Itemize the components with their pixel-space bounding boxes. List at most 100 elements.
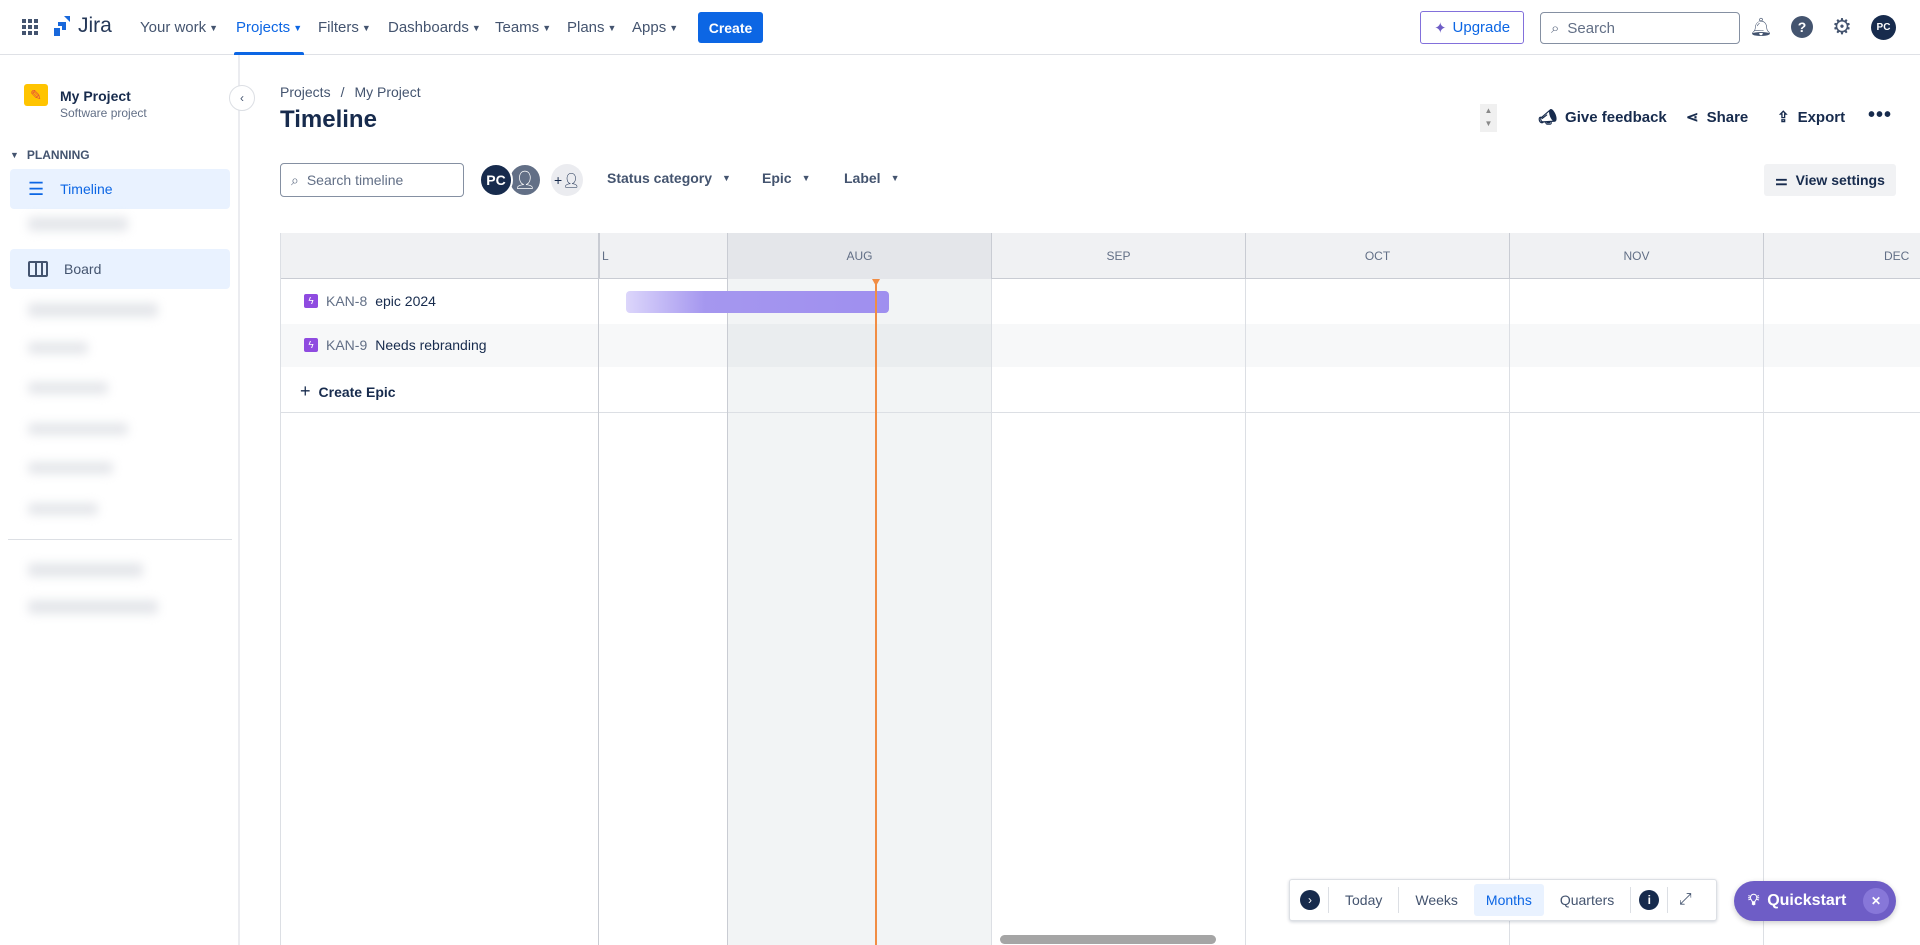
help-icon[interactable]: ?: [1791, 16, 1813, 38]
megaphone-icon: 📣︎: [1538, 109, 1558, 126]
scroll-arrows[interactable]: ▲ ▼: [1480, 104, 1497, 132]
blurred-item: [28, 503, 98, 515]
project-name[interactable]: My Project: [60, 88, 131, 104]
chevron-down-icon: ▼: [890, 173, 900, 183]
chevron-down-icon: ▼: [722, 173, 731, 183]
global-search-input[interactable]: ⌕ Search: [1540, 12, 1740, 44]
month-header-aug: AUG: [727, 233, 991, 279]
search-icon: ⌕: [1551, 19, 1560, 37]
issue-summary: epic 2024: [375, 293, 436, 309]
chevron-down-icon: ▼: [293, 22, 303, 33]
avatar-filter-unassigned[interactable]: 👤︎: [508, 163, 542, 197]
timeline-view-toolbar: › Today Weeks Months Quarters i ⤢: [1289, 879, 1717, 921]
export-icon: ⇪: [1777, 109, 1790, 126]
nav-teams[interactable]: Teams ▼: [495, 0, 551, 55]
create-epic-button[interactable]: + Create Epic: [300, 381, 396, 402]
month-header-oct: OCT: [1245, 233, 1509, 279]
export-label: Export: [1797, 108, 1846, 126]
avatar-filter-pc[interactable]: PC: [479, 163, 513, 197]
profile-avatar[interactable]: PC: [1871, 15, 1896, 40]
chevron-down-icon: ▼: [542, 22, 552, 33]
row-alt-bg: [281, 324, 1920, 367]
sidebar-item-timeline[interactable]: ☰ Timeline: [10, 169, 230, 209]
jira-logo[interactable]: Jira: [52, 14, 112, 38]
nav-label: Dashboards: [388, 19, 469, 36]
grid-line: [1245, 279, 1246, 945]
filter-label: Status category: [607, 170, 713, 186]
quickstart-button[interactable]: 💡︎ Quickstart ✕: [1734, 881, 1896, 921]
status-category-filter[interactable]: Status category ▼: [607, 170, 731, 186]
info-icon[interactable]: i: [1639, 890, 1660, 910]
sidebar-item-board[interactable]: Board: [10, 249, 230, 289]
create-epic-label: Create Epic: [318, 383, 396, 400]
export-button[interactable]: ⇪ Export: [1777, 108, 1846, 127]
jira-logo-text: Jira: [78, 14, 112, 37]
today-button[interactable]: Today: [1333, 884, 1394, 916]
nav-apps[interactable]: Apps ▼: [632, 0, 678, 55]
months-button[interactable]: Months: [1473, 884, 1544, 916]
app-switcher-icon[interactable]: [22, 19, 38, 35]
breadcrumb-my-project[interactable]: My Project: [354, 84, 420, 100]
breadcrumb-separator: /: [340, 84, 345, 100]
nav-your-work[interactable]: Your work ▼: [140, 0, 218, 55]
view-settings-button[interactable]: ⚌ View settings: [1764, 164, 1896, 196]
epic-lightning-icon: ϟ: [304, 294, 318, 308]
nav-label: Filters: [318, 19, 359, 36]
issue-key: KAN-8: [326, 293, 368, 309]
grid-line: [727, 279, 728, 945]
create-button[interactable]: Create: [698, 12, 763, 43]
project-type: Software project: [60, 106, 147, 120]
planning-section-toggle[interactable]: ▼ PLANNING: [10, 148, 90, 162]
horizontal-scrollbar[interactable]: [1000, 935, 1216, 944]
epic-row-kan-8[interactable]: ϟ KAN-8 epic 2024: [304, 293, 436, 309]
notifications-bell-icon[interactable]: 🔔︎: [1748, 14, 1774, 40]
give-feedback-button[interactable]: 📣︎ Give feedback: [1538, 108, 1667, 127]
blurred-item: [28, 462, 113, 474]
quarters-button[interactable]: Quarters: [1548, 884, 1626, 916]
plus-icon: +: [300, 381, 311, 401]
chevron-down-icon: ▼: [669, 22, 679, 33]
close-quickstart-icon[interactable]: ✕: [1863, 888, 1889, 914]
search-timeline-input[interactable]: ⌕ Search timeline: [280, 163, 464, 197]
nav-dashboards[interactable]: Dashboards ▼: [388, 0, 481, 55]
today-marker-arrow: [872, 279, 880, 286]
breadcrumb-projects[interactable]: Projects: [280, 84, 331, 100]
breadcrumb: Projects / My Project: [280, 84, 421, 100]
divider: [8, 539, 232, 540]
filter-label: Epic: [762, 170, 792, 186]
fullscreen-icon[interactable]: ⤢: [1672, 887, 1698, 913]
label-filter[interactable]: Label ▼: [844, 170, 900, 186]
more-actions-icon[interactable]: •••: [1868, 104, 1892, 127]
search-timeline-placeholder: Search timeline: [306, 172, 404, 188]
share-button[interactable]: ⋖ Share: [1686, 108, 1749, 127]
sidebar-item-label: Board: [64, 261, 102, 277]
nav-projects[interactable]: Projects ▼: [233, 0, 305, 55]
blurred-item: [28, 563, 143, 577]
settings-gear-icon[interactable]: ⚙: [1829, 14, 1855, 40]
epic-lightning-icon: ϟ: [304, 338, 318, 352]
epic-bar-kan-8[interactable]: [626, 291, 889, 313]
chevron-down-icon: ▼: [209, 22, 219, 33]
epic-row-kan-9[interactable]: ϟ KAN-9 Needs rebranding: [304, 337, 487, 353]
epic-filter[interactable]: Epic ▼: [762, 170, 811, 186]
weeks-button[interactable]: Weeks: [1403, 884, 1470, 916]
separator: [1398, 887, 1400, 913]
nav-plans[interactable]: Plans ▼: [567, 0, 616, 55]
nav-label: Your work: [140, 19, 207, 36]
nav-label: Projects: [236, 19, 291, 36]
page-title: Timeline: [280, 106, 377, 133]
expand-list-icon[interactable]: ›: [1300, 890, 1320, 910]
issue-key: KAN-9: [326, 337, 368, 353]
blurred-item: [28, 217, 128, 231]
upgrade-button[interactable]: ✦ Upgrade: [1420, 11, 1524, 44]
blurred-item: [28, 342, 88, 354]
sliders-icon: ⚌: [1775, 171, 1788, 188]
add-people-button[interactable]: +👤︎: [551, 164, 583, 196]
search-icon: ⌕: [291, 171, 299, 188]
nav-filters[interactable]: Filters ▼: [318, 0, 371, 55]
share-label: Share: [1706, 108, 1749, 126]
timeline-icon: ☰: [28, 178, 45, 199]
collapse-sidebar-button[interactable]: ‹: [229, 85, 255, 111]
separator: [1630, 887, 1632, 913]
rows-bottom-border: [281, 412, 1920, 413]
